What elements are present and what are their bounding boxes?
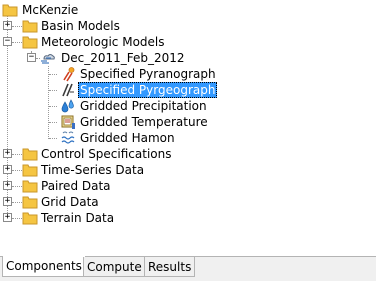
- tree-item-label[interactable]: Basin Models: [39, 18, 122, 34]
- tree-item-label[interactable]: Control Specifications: [39, 146, 174, 162]
- hamon-icon: [60, 130, 76, 146]
- tree-root-label[interactable]: McKenzie: [20, 2, 80, 18]
- pyranograph-icon: [60, 66, 76, 82]
- tree-item-grid-data[interactable]: + Grid Data: [0, 194, 376, 210]
- tree-item-label[interactable]: Gridded Hamon: [78, 130, 177, 146]
- tree-item-meteorologic-models[interactable]: − Meteorologic Models: [0, 34, 376, 50]
- folder-icon: [22, 162, 38, 178]
- tree-item-time-series-data[interactable]: + Time-Series Data: [0, 162, 376, 178]
- tree-item-basin-models[interactable]: + Basin Models: [0, 18, 376, 34]
- tree-item-label[interactable]: Meteorologic Models: [39, 34, 167, 50]
- folder-icon: [22, 194, 38, 210]
- temperature-icon: [60, 114, 76, 130]
- tree-item-label[interactable]: Time-Series Data: [39, 162, 146, 178]
- pyrgeograph-icon: [60, 82, 76, 98]
- expand-toggle[interactable]: +: [3, 197, 12, 206]
- tab-components[interactable]: Components: [2, 256, 86, 277]
- tree-item-paired-data[interactable]: + Paired Data: [0, 178, 376, 194]
- tab-results[interactable]: Results: [144, 257, 196, 277]
- tree-item-label[interactable]: Paired Data: [39, 178, 113, 194]
- expand-toggle[interactable]: +: [3, 165, 12, 174]
- precipitation-icon: [60, 98, 76, 114]
- tree-item-met-model[interactable]: − Dec_2011_Feb_2012: [0, 50, 376, 66]
- folder-icon: [22, 210, 38, 226]
- tree-item-gridded-hamon[interactable]: Gridded Hamon: [0, 130, 376, 146]
- tree-item-control-specifications[interactable]: + Control Specifications: [0, 146, 376, 162]
- expand-toggle[interactable]: +: [3, 21, 12, 30]
- expand-toggle[interactable]: +: [3, 181, 12, 190]
- tree-item-label-selected[interactable]: Specified Pyrgeograph: [78, 82, 218, 98]
- tree-item-label[interactable]: Specified Pyranograph: [78, 66, 218, 82]
- folder-icon: [22, 178, 38, 194]
- tree-item-gridded-precipitation[interactable]: Gridded Precipitation: [0, 98, 376, 114]
- tree-item-gridded-temperature[interactable]: Gridded Temperature: [0, 114, 376, 130]
- tab-compute[interactable]: Compute: [83, 257, 146, 277]
- tree-item-pyrgeograph[interactable]: Specified Pyrgeograph: [0, 82, 376, 98]
- tree-item-label[interactable]: Dec_2011_Feb_2012: [59, 50, 187, 66]
- folder-icon: [22, 18, 38, 34]
- expand-toggle[interactable]: +: [3, 149, 12, 158]
- tree-root[interactable]: McKenzie: [0, 2, 376, 18]
- tree-item-label[interactable]: Terrain Data: [39, 210, 116, 226]
- tree-item-label[interactable]: Gridded Temperature: [78, 114, 210, 130]
- watershed-explorer: McKenzie + Basin Models − Meteorologic M…: [0, 0, 376, 281]
- tree-item-label[interactable]: Grid Data: [39, 194, 101, 210]
- collapse-toggle[interactable]: −: [3, 37, 12, 46]
- folder-icon: [22, 34, 38, 50]
- component-tree[interactable]: McKenzie + Basin Models − Meteorologic M…: [0, 0, 376, 256]
- folder-icon: [22, 146, 38, 162]
- meteorologic-model-icon: [40, 50, 56, 66]
- tree-item-pyranograph[interactable]: Specified Pyranograph: [0, 66, 376, 82]
- explorer-tab-bar: Components Compute Results: [0, 256, 376, 281]
- tree-item-terrain-data[interactable]: + Terrain Data: [0, 210, 376, 226]
- folder-icon: [2, 2, 18, 18]
- collapse-toggle[interactable]: −: [27, 53, 36, 62]
- expand-toggle[interactable]: +: [3, 213, 12, 222]
- tree-item-label[interactable]: Gridded Precipitation: [78, 98, 209, 114]
